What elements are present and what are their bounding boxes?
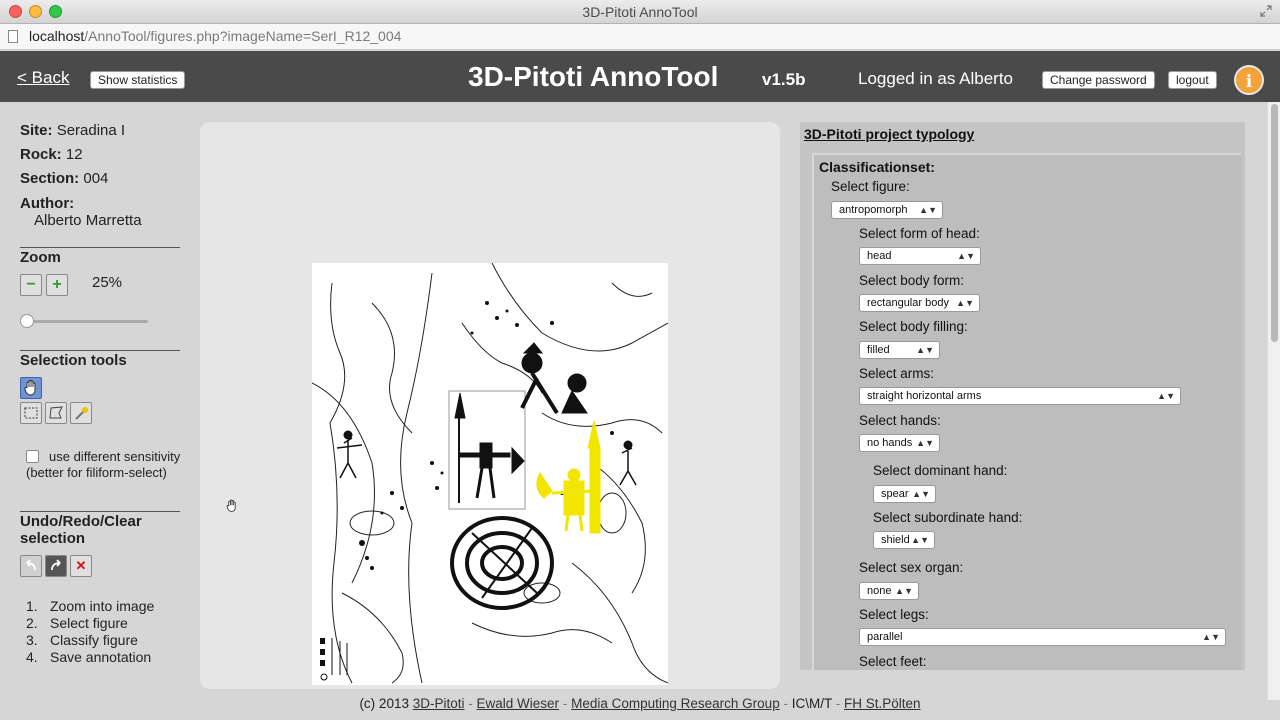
legs-label: Select legs: [859,607,929,622]
fullscreen-icon[interactable] [1260,5,1272,17]
typology-panel: 3D-Pitoti project typology Classificatio… [800,122,1245,670]
author-value: Alberto Marretta [34,212,142,229]
footer-separator: - [468,696,473,711]
url-host: localhost [29,28,85,44]
scrollbar-thumb[interactable] [1271,104,1278,342]
footer-link-ewald-wieser[interactable]: Ewald Wieser [477,696,560,711]
figure-label: Select figure: [831,179,910,194]
dominant-hand-label: Select dominant hand: [873,463,1008,478]
body-filling-select[interactable]: filled ▲▼ [859,341,940,359]
app-version: v1.5b [762,70,806,89]
hand-cursor-icon [226,499,236,513]
dominant-hand-select[interactable]: spear ▲▼ [873,485,936,503]
undo-button[interactable] [20,555,42,577]
classificationset-title: Classificationset: [819,159,935,175]
figure-select[interactable]: antropomorph ▲▼ [831,201,943,219]
url-path: /AnnoTool/figures.php?imageName=SerI_R12… [84,28,402,44]
zoom-value: 25% [92,274,123,291]
zoom-slider-knob[interactable] [20,314,34,328]
clear-selection-button[interactable]: ✕ [70,555,92,577]
legs-select[interactable]: parallel ▲▼ [859,628,1226,646]
page-icon [8,30,18,43]
divider [20,511,180,512]
magic-wand-icon [75,407,88,420]
subordinate-hand-label: Select subordinate hand: [873,510,1023,525]
change-password-button[interactable]: Change password [1042,71,1155,89]
list-item: 4. Save annotation [26,649,152,665]
address-bar[interactable]: localhost/AnnoTool/figures.php?imageName… [0,24,1280,50]
sex-organ-label: Select sex organ: [859,560,964,575]
rock-drawing-image[interactable] [311,262,669,685]
lasso-icon [49,406,63,419]
footer: (c) 2013 3D-Pitoti - Ewald Wieser - Medi… [0,696,1280,711]
zoom-slider-track[interactable] [24,320,148,323]
section-label: Section: [20,170,80,187]
list-item: 2. Select figure [26,615,128,631]
show-statistics-button[interactable]: Show statistics [90,71,186,89]
copyright-text: (c) 2013 [359,696,409,711]
hand-icon [24,380,36,396]
footer-separator: - [835,696,841,711]
logged-in-text: Logged in as Alberto [858,69,1014,88]
zoom-title: Zoom [20,249,61,266]
arms-select[interactable]: straight horizontal arms ▲▼ [859,387,1181,405]
zoom-out-button[interactable]: − [20,274,42,296]
footer-separator: - [783,696,788,711]
rect-select-button[interactable] [20,402,42,424]
hand-tool-button[interactable] [20,377,42,399]
head-form-select[interactable]: head ▲▼ [859,247,981,265]
rock-value: 12 [65,146,83,163]
undo-title: Undo/Redo/Clear selection [20,513,142,547]
feet-label: Select feet: [859,654,927,669]
list-item: 1. Zoom into image [26,598,155,614]
hands-select[interactable]: no hands ▲▼ [859,434,940,452]
page-scrollbar[interactable] [1267,102,1280,700]
footer-link-media-computing[interactable]: Media Computing Research Group [571,696,780,711]
typology-link[interactable]: 3D-Pitoti project typology [804,126,974,142]
zoom-in-button[interactable]: + [46,274,68,296]
info-icon[interactable]: i [1234,65,1264,95]
hands-label: Select hands: [859,413,941,428]
url-text[interactable]: localhost/AnnoTool/figures.php?imageName… [29,28,401,44]
redo-icon [51,559,61,571]
selection-tools-title: Selection tools [20,352,127,369]
sex-organ-select[interactable]: none ▲▼ [859,582,919,600]
list-item: 3. Classify figure [26,632,138,648]
site-line: Site: Seradina I [20,122,125,139]
classification-set: Classificationset: Select figure: antrop… [812,153,1241,670]
footer-link-fh-st-poelten[interactable]: FH St.Pölten [844,696,921,711]
divider [20,247,180,248]
arms-label: Select arms: [859,366,935,381]
redo-button[interactable] [45,555,67,577]
instruction-steps: 1. Zoom into image 2. Select figure 3. Clas… [26,598,154,666]
section-line: Section: 004 [20,170,108,187]
lasso-select-button[interactable] [45,402,67,424]
footer-separator: - [562,696,568,711]
author-label: Author: [20,195,75,212]
rock-art-tracing [311,262,669,684]
section-value: 004 [83,170,109,187]
back-link[interactable]: < Back [17,68,69,88]
rock-label: Rock: [20,146,62,163]
window-title: 3D-Pitoti AnnoTool [582,4,698,20]
site-label: Site: [20,122,53,139]
rock-line: Rock: 12 [20,146,83,163]
magic-wand-button[interactable] [70,402,92,424]
app-title: 3D-Pitoti AnnoTool [468,61,719,92]
sensitivity-label: use different sensitivity (better for fi… [26,449,181,480]
head-form-label: Select form of head: [859,226,980,241]
window-titlebar: 3D-Pitoti AnnoTool [0,0,1280,24]
body-filling-label: Select body filling: [859,319,968,334]
footer-icmt: IC\M/T [791,696,832,711]
footer-link-3d-pitoti[interactable]: 3D-Pitoti [413,696,465,711]
app-header: < Back Show statistics 3D-Pitoti AnnoToo… [0,51,1280,102]
subordinate-hand-select[interactable]: shield ▲▼ [873,531,935,549]
rect-select-icon [24,407,38,419]
undo-icon [26,559,36,571]
body-form-label: Select body form: [859,273,965,288]
site-value: Seradina I [56,122,126,139]
body-form-select[interactable]: rectangular body ▲▼ [859,294,980,312]
divider [20,350,180,351]
logout-button[interactable]: logout [1168,71,1217,89]
